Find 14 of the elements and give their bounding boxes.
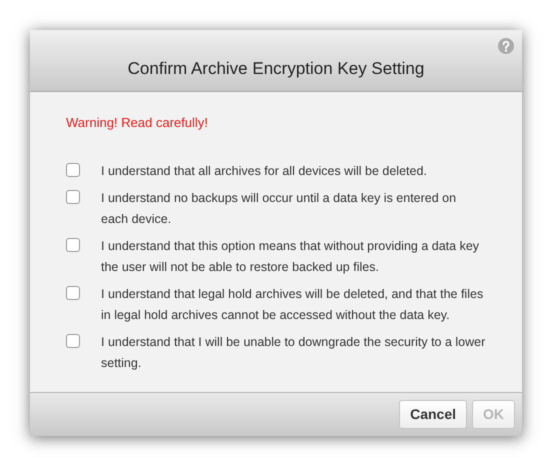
checkbox[interactable]: [66, 162, 80, 176]
warning-text: Warning! Read carefully!: [66, 114, 209, 132]
checkbox-label: I understand that this option means that without providing a data key the user will not be able to restore backed up files.: [101, 238, 480, 276]
cancel-button[interactable]: Cancel: [399, 400, 467, 429]
checkbox-label: I understand that legal hold archives will be deleted, and that the files in legal hold archives cannot be accessed without the data key.: [101, 286, 484, 324]
checkbox[interactable]: [66, 286, 80, 300]
checkbox-label: I understand that all archives for all devices will be deleted.: [101, 162, 428, 180]
checkbox[interactable]: [66, 238, 80, 252]
checkbox-label: I understand that I will be unable to downgrade the security to a lower setting.: [101, 334, 486, 372]
help-icon[interactable]: [498, 38, 514, 54]
checkbox[interactable]: [66, 334, 80, 348]
checkbox[interactable]: [66, 190, 80, 204]
checkbox-label: I understand no backups will occur until a data key is entered on each device.: [101, 190, 458, 228]
dialog-title: Confirm Archive Encryption Key Setting: [128, 58, 424, 80]
